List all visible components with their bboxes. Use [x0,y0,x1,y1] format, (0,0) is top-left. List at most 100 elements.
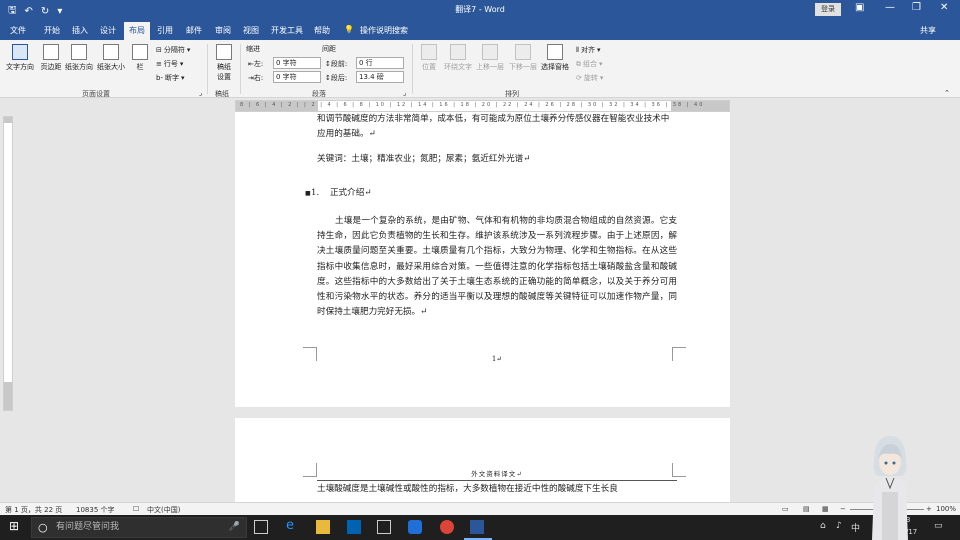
lightbulb-icon: 💡 [344,25,354,34]
avatar [872,436,908,540]
tab-design[interactable]: 设计 [100,25,116,36]
selection-pane-icon [547,44,563,60]
chrome-icon[interactable] [440,520,454,534]
tab-insert[interactable]: 插入 [72,25,88,36]
store-icon[interactable] [347,520,361,534]
vruler-bottom-margin [4,382,12,410]
vruler-top-margin [4,117,12,123]
chevron-down-icon: ▾ [180,74,185,82]
ruler-ticks: 8 | 6 | 4 | 2 | | 2 | 4 | 6 | 8 | 10 | 1… [240,102,705,108]
proofing-icon[interactable]: ☐ [133,505,139,513]
close-button[interactable]: ✕ [940,2,948,13]
microphone-icon[interactable]: 🎤 [229,518,240,537]
app-icon[interactable] [408,520,422,534]
group-separator [412,44,413,94]
page-setup-launcher-icon[interactable]: ⌟ [199,89,202,97]
tab-home[interactable]: 开始 [44,25,60,36]
breaks-button[interactable]: ⊟ 分隔符 ▾ [156,45,190,55]
ime-indicator[interactable]: 中 [851,521,860,534]
task-view-icon[interactable] [254,520,268,534]
word-taskbar-icon[interactable] [470,520,484,534]
size-button[interactable]: 纸张大小 [95,44,127,72]
language-indicator[interactable]: 中文(中国) [147,505,180,515]
read-mode-icon[interactable]: ▭ [782,505,789,513]
text-direction-button[interactable]: 文字方向 [4,44,36,72]
cortana-circle-icon: ○ [38,521,48,534]
tab-review[interactable]: 审阅 [215,25,231,36]
group-separator [240,44,241,94]
indent-right-input[interactable]: 0 字符 [273,71,321,83]
tab-help[interactable]: 帮助 [314,25,330,36]
bring-forward-icon [482,44,498,60]
login-button[interactable]: 登录 [815,3,841,16]
zoom-in-button[interactable]: + [926,505,932,513]
windows-start-icon[interactable]: ⊞ [9,519,23,533]
margins-icon [43,44,59,60]
group-button[interactable]: ⧉ 组合 ▾ [576,59,603,69]
restore-button[interactable]: ❐ [912,2,921,13]
chevron-down-icon: ▾ [599,60,603,68]
file-explorer-icon[interactable] [316,520,330,534]
space-before-input[interactable]: 0 行 [356,57,404,69]
draft-settings-button[interactable]: 稿纸设置 [212,44,236,82]
send-backward-button[interactable]: 下移一层 [507,44,539,72]
status-bar: 第 1 页，共 22 页 10835 个字 ☐ 中文(中国) ▭ ▤ ▦ − +… [0,502,960,515]
zoom-out-button[interactable]: − [840,505,846,513]
spacing-label: 间距 [322,45,336,53]
document-page-2[interactable]: 外文资料译文↵ 土壤酸碱度是土壤碱性或酸性的指标，大多数植物在接近中性的酸碱度下… [235,418,730,502]
web-layout-icon[interactable]: ▦ [822,505,829,513]
position-button[interactable]: 位置 [418,44,440,72]
tab-mailings[interactable]: 邮件 [186,25,202,36]
space-after-input[interactable]: 13.4 磅 [356,71,404,83]
chevron-down-icon: ▾ [186,46,191,54]
margins-button[interactable]: 页边距 [38,44,64,72]
taskbar-search-input[interactable]: ○ 有问题尽管问我 🎤 [31,517,247,538]
print-layout-icon[interactable]: ▤ [803,505,810,513]
vertical-ruler[interactable] [3,116,13,411]
body-paragraph: 土壤是一个复杂的系统，是由矿物、气体和有机物的非均质混合物组成的自然资源。它支持… [317,216,677,318]
space-after-label: ↕段后: [325,74,348,82]
collapse-ribbon-icon[interactable]: ⌃ [944,89,950,97]
selection-pane-button[interactable]: 选择窗格 [539,44,571,72]
crop-mark [303,463,317,477]
edge-browser-icon[interactable]: e [286,518,300,533]
tab-file[interactable]: 文件 [10,25,26,36]
page-setup-group-label: 页面设置 [82,90,110,98]
draft-paper-icon [216,44,232,60]
minimize-button[interactable]: — [885,2,895,13]
paper-size-icon [103,44,119,60]
network-icon[interactable]: ⌂ [820,521,826,531]
word-count[interactable]: 10835 个字 [76,505,115,515]
tab-layout[interactable]: 布局 [124,22,150,40]
chevron-down-icon: ▾ [599,74,604,82]
rotate-button[interactable]: ⟳ 旋转 ▾ [576,73,603,83]
tell-me-search[interactable]: 操作说明搜索 [360,25,408,36]
indent-left-input[interactable]: 0 字符 [273,57,321,69]
hyphenation-icon: b- [156,74,163,82]
page-count[interactable]: 第 1 页，共 22 页 [5,505,62,515]
columns-button[interactable]: 栏 [131,44,149,72]
hyphenation-button[interactable]: b- 断字 ▾ [156,73,185,83]
tab-developer[interactable]: 开发工具 [271,25,303,36]
draft-group-label: 稿纸 [215,90,229,98]
page-header: 外文资料译文↵ [317,468,677,481]
orientation-button[interactable]: 纸张方向 [63,44,95,72]
mail-icon[interactable] [377,520,391,534]
horizontal-ruler[interactable]: 8 | 6 | 4 | 2 | | 2 | 4 | 6 | 8 | 10 | 1… [235,100,730,112]
page2-first-line: 土壤酸碱度是土壤碱性或酸性的指标，大多数植物在接近中性的酸碱度下生长良 [317,484,618,494]
volume-icon[interactable]: ♪ [836,521,842,531]
align-button[interactable]: ⫴ 对齐 ▾ [576,45,600,55]
tab-view[interactable]: 视图 [243,25,259,36]
windows-taskbar: ⊞ ○ 有问题尽管问我 🎤 e ⌂ ♪ 中 3 /17 ▭ [0,515,960,540]
zoom-level[interactable]: 100% [936,505,956,513]
bring-forward-button[interactable]: 上移一层 [474,44,506,72]
share-button[interactable]: 共享 [920,25,936,36]
ribbon-layout: 文字方向 页边距 纸张方向 纸张大小 栏 ⊟ 分隔符 ▾ ≡ 行号 ▾ b- 断字 ▾ 页面… [0,40,960,98]
tab-references[interactable]: 引用 [157,25,173,36]
paragraph-launcher-icon[interactable]: ⌟ [403,89,406,97]
wrap-text-button[interactable]: 环绕文字 [442,44,474,72]
notification-icon[interactable]: ▭ [934,521,943,531]
ribbon-display-icon[interactable]: ▣ [855,2,864,13]
document-page-1[interactable]: 和调节酸碱度的方法非常简单，成本低，有可能成为原位土壤养分传感仪器在智能农业技术… [235,112,730,407]
line-numbers-button[interactable]: ≡ 行号 ▾ [156,59,183,69]
